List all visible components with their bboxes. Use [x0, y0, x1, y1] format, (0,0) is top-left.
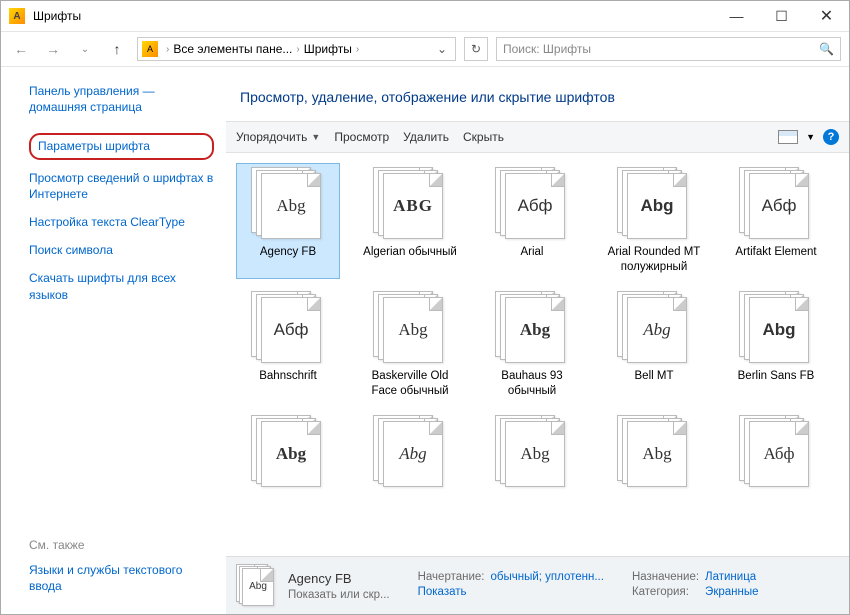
- sidebar-item-cleartype[interactable]: Настройка текста ClearType: [29, 214, 214, 230]
- minimize-button[interactable]: —: [714, 1, 759, 31]
- font-preview-icon: ABG: [373, 167, 447, 241]
- details-category-label: Категория:: [632, 586, 699, 598]
- sidebar-item-download-fonts[interactable]: Скачать шрифты для всех языков: [29, 270, 214, 302]
- font-item[interactable]: Abg Berlin Sans FB: [724, 287, 828, 403]
- hide-button[interactable]: Скрыть: [463, 130, 504, 144]
- refresh-button[interactable]: ↻: [464, 37, 488, 61]
- font-grid[interactable]: Abg Agency FB ABG Algerian обычный Абф Arial A…: [226, 153, 849, 556]
- details-font-icon: Abg: [236, 564, 276, 608]
- search-icon[interactable]: 🔍: [819, 42, 834, 56]
- sidebar-home-link[interactable]: Панель управления — домашняя страница: [29, 83, 214, 115]
- address-dropdown[interactable]: ⌄: [433, 42, 451, 56]
- details-designed-label: Назначение:: [632, 571, 699, 583]
- sidebar-item-font-info-online[interactable]: Просмотр сведений о шрифтах в Интернете: [29, 170, 214, 202]
- details-style-value: обычный; уплотенн...: [491, 571, 604, 583]
- font-label: Bauhaus 93 обычный: [484, 369, 580, 399]
- font-preview-icon: Абф: [739, 167, 813, 241]
- font-preview-icon: Абф: [251, 291, 325, 365]
- page-title: Просмотр, удаление, отображение или скры…: [226, 67, 849, 121]
- font-item[interactable]: Abg: [236, 411, 340, 527]
- font-preview-icon: Abg: [251, 167, 325, 241]
- font-item[interactable]: Абф Bahnschrift: [236, 287, 340, 403]
- back-button[interactable]: ←: [9, 37, 33, 61]
- folder-icon: A: [142, 41, 158, 57]
- font-preview-icon: Abg: [495, 291, 569, 365]
- font-item[interactable]: Abg Agency FB: [236, 163, 340, 279]
- font-item[interactable]: Abg Bell MT: [602, 287, 706, 403]
- font-item[interactable]: Abg Arial Rounded MT полужирный: [602, 163, 706, 279]
- chevron-down-icon: ▼: [311, 132, 320, 142]
- breadcrumb-1[interactable]: Все элементы пане...: [173, 42, 292, 56]
- font-label: Artifakt Element: [735, 245, 816, 275]
- toolbar: Упорядочить▼ Просмотр Удалить Скрыть ▼ ?: [226, 121, 849, 153]
- font-item[interactable]: Абф: [724, 411, 828, 527]
- main-panel: Просмотр, удаление, отображение или скры…: [226, 67, 849, 614]
- details-category-value: Экранные: [705, 586, 758, 598]
- chevron-right-icon: ›: [296, 44, 299, 55]
- sidebar: Панель управления — домашняя страница Па…: [1, 67, 226, 614]
- details-style-label: Начертание:: [418, 571, 485, 583]
- font-preview-icon: Abg: [617, 167, 691, 241]
- details-show-value[interactable]: Показать: [418, 586, 485, 598]
- titlebar: A Шрифты — ☐ ✕: [1, 1, 849, 31]
- chevron-down-icon[interactable]: ▼: [806, 132, 815, 142]
- sidebar-item-find-char[interactable]: Поиск символа: [29, 242, 214, 258]
- font-label: Algerian обычный: [363, 245, 457, 275]
- font-label: Berlin Sans FB: [738, 369, 815, 399]
- organize-button[interactable]: Упорядочить▼: [236, 130, 320, 144]
- search-placeholder: Поиск: Шрифты: [503, 42, 591, 56]
- font-item[interactable]: Abg: [602, 411, 706, 527]
- font-item[interactable]: Abg Baskerville Old Face обычный: [358, 287, 462, 403]
- details-designed-value: Латиница: [705, 571, 758, 583]
- recent-dropdown[interactable]: ⌄: [73, 37, 97, 61]
- font-item[interactable]: Abg: [480, 411, 584, 527]
- app-icon: A: [9, 8, 25, 24]
- font-preview-icon: Abg: [373, 415, 447, 489]
- font-item[interactable]: ABG Algerian обычный: [358, 163, 462, 279]
- font-label: Arial Rounded MT полужирный: [606, 245, 702, 275]
- see-also-label: См. также: [29, 538, 214, 552]
- window-title: Шрифты: [33, 9, 714, 23]
- font-preview-icon: Abg: [251, 415, 325, 489]
- preview-button[interactable]: Просмотр: [334, 130, 389, 144]
- font-preview-icon: Abg: [495, 415, 569, 489]
- forward-button: →: [41, 37, 65, 61]
- view-options-icon[interactable]: [778, 130, 798, 144]
- maximize-button[interactable]: ☐: [759, 1, 804, 31]
- chevron-right-icon: ›: [356, 44, 359, 55]
- help-icon[interactable]: ?: [823, 129, 839, 145]
- details-showhide-label: Показать или скр...: [288, 589, 390, 601]
- font-label: Arial: [520, 245, 543, 275]
- font-preview-icon: Abg: [617, 415, 691, 489]
- search-input[interactable]: Поиск: Шрифты 🔍: [496, 37, 841, 61]
- see-also-item[interactable]: Языки и службы текстового ввода: [29, 562, 214, 594]
- address-bar[interactable]: A › Все элементы пане... › Шрифты › ⌄: [137, 37, 456, 61]
- font-item[interactable]: Абф Arial: [480, 163, 584, 279]
- font-preview-icon: Абф: [739, 415, 813, 489]
- font-item[interactable]: Абф Artifakt Element: [724, 163, 828, 279]
- breadcrumb-2[interactable]: Шрифты: [304, 42, 352, 56]
- font-item[interactable]: Abg Bauhaus 93 обычный: [480, 287, 584, 403]
- font-preview-icon: Abg: [617, 291, 691, 365]
- font-preview-icon: Abg: [373, 291, 447, 365]
- font-label: Bahnschrift: [259, 369, 317, 399]
- font-item[interactable]: Abg: [358, 411, 462, 527]
- close-button[interactable]: ✕: [804, 1, 849, 31]
- navbar: ← → ⌄ ↑ A › Все элементы пане... › Шрифт…: [1, 31, 849, 67]
- chevron-right-icon: ›: [166, 44, 169, 55]
- up-button[interactable]: ↑: [105, 37, 129, 61]
- font-preview-icon: Abg: [739, 291, 813, 365]
- font-label: Agency FB: [260, 245, 316, 275]
- details-font-name: Agency FB: [288, 571, 390, 586]
- font-label: Baskerville Old Face обычный: [362, 369, 458, 399]
- font-label: Bell MT: [635, 369, 674, 399]
- details-pane: Abg Agency FB Показать или скр... Начерт…: [226, 556, 849, 614]
- delete-button[interactable]: Удалить: [403, 130, 449, 144]
- font-preview-icon: Абф: [495, 167, 569, 241]
- sidebar-item-font-params[interactable]: Параметры шрифта: [29, 133, 214, 159]
